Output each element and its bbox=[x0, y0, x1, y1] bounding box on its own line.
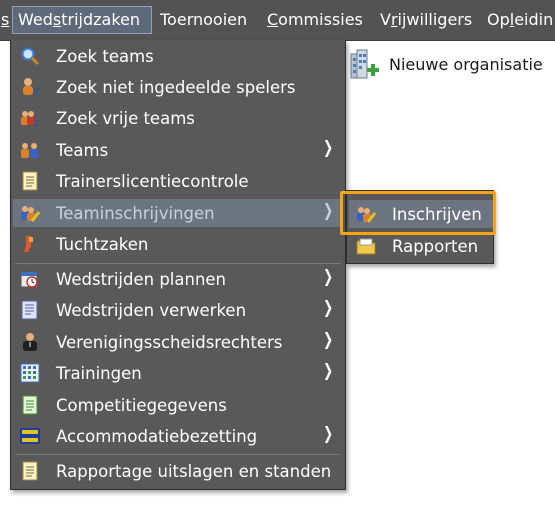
team-icon bbox=[20, 140, 40, 160]
submenu-arrow-icon: ❯ bbox=[322, 424, 333, 444]
new-organisation-label: Nieuwe organisatie bbox=[389, 54, 543, 74]
menu-item-teams[interactable]: Teams ❯ bbox=[13, 136, 343, 164]
submenu-arrow-icon: ❯ bbox=[322, 267, 333, 287]
menu-item-tuchtzaken[interactable]: Tuchtzaken bbox=[13, 230, 343, 258]
document-green-icon bbox=[20, 395, 40, 415]
menu-item-accommodatiebezetting[interactable]: Accommodatiebezetting ❯ bbox=[13, 422, 343, 450]
menu-item-zoek-vrije-teams[interactable]: ? Zoek vrije teams bbox=[13, 104, 343, 132]
focus-highlight bbox=[340, 191, 496, 235]
menu-item-trainingen[interactable]: Trainingen ❯ bbox=[13, 359, 343, 387]
report-icon bbox=[20, 461, 40, 481]
magnifier-icon bbox=[20, 46, 40, 66]
submenu-arrow-icon: ❯ bbox=[322, 298, 333, 318]
menu-opleidingen[interactable]: Opleidin bbox=[482, 6, 555, 34]
form-icon bbox=[20, 300, 40, 320]
menubar: s Wedstrijdzaken Toernooien Commissies V… bbox=[0, 0, 555, 41]
menu-item-verenigingsscheidsrechters[interactable]: Verenigingsscheidsrechters ❯ bbox=[13, 328, 343, 356]
submenu-arrow-icon: ❯ bbox=[322, 201, 333, 221]
submenu-arrow-icon: ❯ bbox=[322, 138, 333, 158]
menu-item-teaminschrijvingen[interactable]: Teaminschrijvingen ❯ bbox=[13, 199, 343, 227]
menu-item-zoek-niet-ingedeelde-spelers[interactable]: ? Zoek niet ingedeelde spelers bbox=[13, 73, 343, 101]
building-add-icon bbox=[345, 46, 381, 82]
menu-separator bbox=[15, 454, 341, 455]
submenu-arrow-icon: ❯ bbox=[322, 361, 333, 381]
submenu-item-rapporten[interactable]: Rapporten bbox=[349, 232, 493, 260]
team-edit-icon bbox=[20, 203, 40, 223]
menu-commissies[interactable]: Commissies bbox=[262, 6, 368, 34]
menu-vrijwilligers[interactable]: Vrijwilligers bbox=[375, 6, 477, 34]
menu-toernooien[interactable]: Toernooien bbox=[155, 6, 252, 34]
menu-item-wedstrijden-verwerken[interactable]: Wedstrijden verwerken ❯ bbox=[13, 296, 343, 324]
menu-wedstrijdzaken[interactable]: Wedstrijdzaken bbox=[12, 6, 152, 34]
svg-text:?: ? bbox=[33, 119, 39, 128]
team-question-icon: ? bbox=[20, 108, 40, 128]
player-question-icon: ? bbox=[20, 77, 40, 97]
folder-icon bbox=[356, 236, 376, 256]
referee-card-icon bbox=[20, 234, 40, 254]
menu-item-wedstrijden-plannen[interactable]: Wedstrijden plannen ❯ bbox=[13, 265, 343, 293]
calendar-clock-icon bbox=[20, 269, 40, 289]
menu-item-zoek-teams[interactable]: Zoek teams bbox=[13, 42, 343, 70]
grid-schedule-icon bbox=[20, 363, 40, 383]
wedstrijdzaken-dropdown: Zoek teams ? Zoek niet ingedeelde speler… bbox=[10, 40, 346, 490]
new-organisation-link[interactable]: Nieuwe organisatie bbox=[345, 44, 543, 84]
field-icon bbox=[20, 426, 40, 446]
menu-item-trainerslicentiecontrole[interactable]: Trainerslicentiecontrole bbox=[13, 167, 343, 195]
menu-separator bbox=[15, 263, 341, 264]
submenu-arrow-icon: ❯ bbox=[322, 330, 333, 350]
referee-icon bbox=[20, 332, 40, 352]
menu-item-rapportage[interactable]: Rapportage uitslagen en standen bbox=[13, 457, 343, 485]
document-icon bbox=[20, 171, 40, 191]
menu-item-competitiegegevens[interactable]: Competitiegegevens bbox=[13, 391, 343, 419]
svg-text:?: ? bbox=[33, 86, 39, 97]
